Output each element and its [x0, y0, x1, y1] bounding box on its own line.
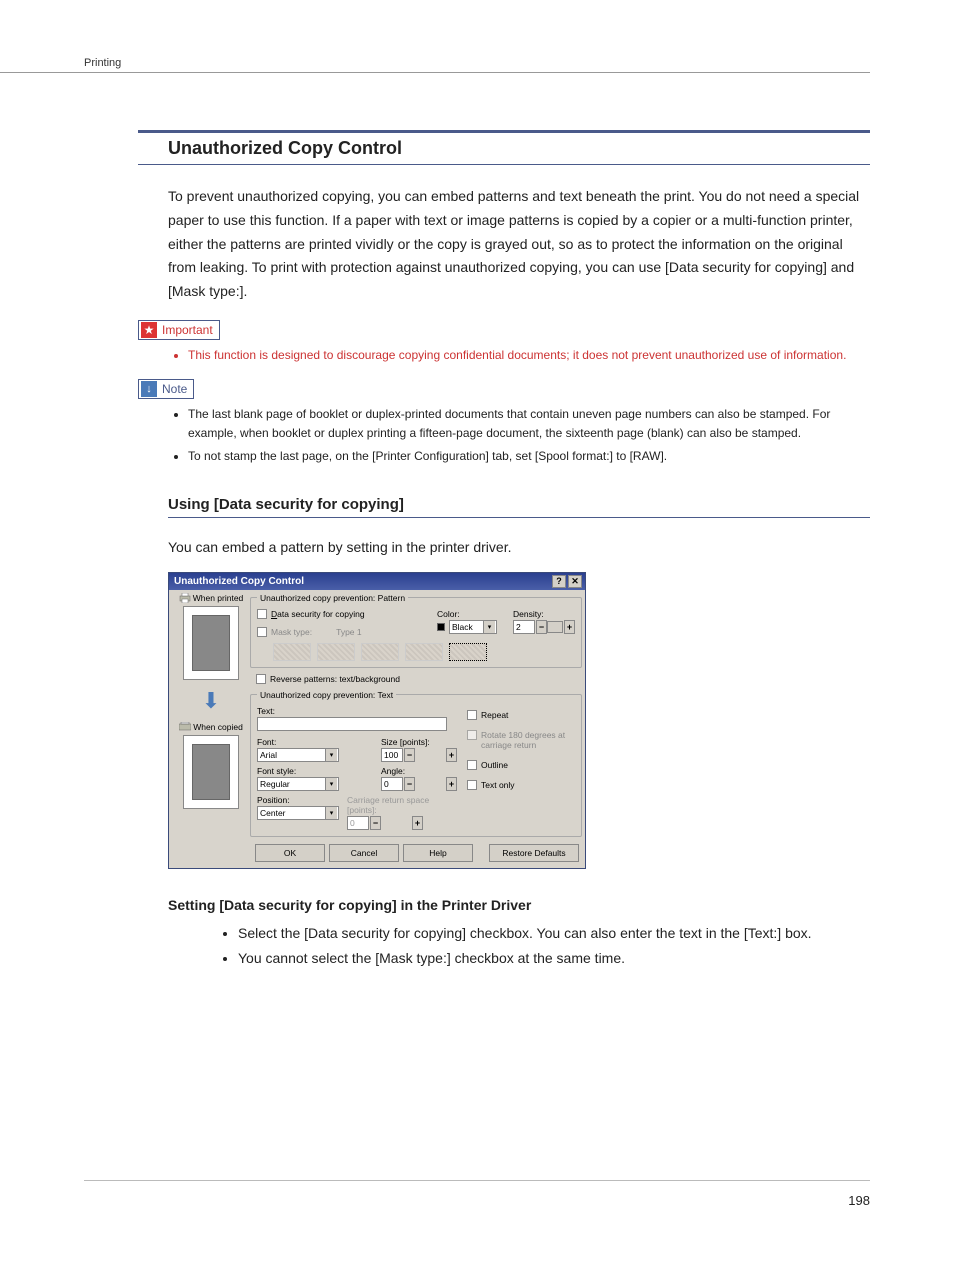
- note-item: To not stamp the last page, on the [Prin…: [188, 447, 870, 466]
- preview-printed: [183, 606, 239, 680]
- arrow-down-icon: ⬇: [202, 688, 220, 714]
- select-color[interactable]: Black: [449, 620, 497, 634]
- mask-type-value: Type 1: [336, 627, 362, 637]
- content-area: Unauthorized Copy Control To prevent una…: [138, 130, 870, 971]
- preview-copied: [183, 735, 239, 809]
- heading-block: Unauthorized Copy Control: [138, 130, 870, 165]
- printer-icon: [179, 593, 191, 603]
- dialog-main: Unauthorized copy prevention: Pattern DD…: [250, 593, 582, 837]
- label-mask-type: Mask type:: [271, 627, 312, 637]
- crspace-plus[interactable]: +: [412, 816, 423, 830]
- input-size[interactable]: 100: [381, 748, 403, 762]
- label-size: Size [points]:: [381, 737, 457, 747]
- heading-3-block: Using [Data security for copying]: [168, 496, 870, 518]
- copier-icon: [179, 722, 191, 732]
- label-textonly: Text only: [481, 780, 515, 790]
- step-item: You cannot select the [Mask type:] check…: [238, 946, 870, 971]
- important-item: This function is designed to discourage …: [188, 346, 870, 365]
- label-text: Text:: [257, 706, 457, 716]
- checkbox-textonly[interactable]: [467, 780, 477, 790]
- help-icon[interactable]: ?: [552, 575, 566, 588]
- label-angle: Angle:: [381, 766, 457, 776]
- color-swatch-icon: [437, 623, 445, 631]
- select-position[interactable]: Center: [257, 806, 339, 820]
- when-printed-label: When printed: [179, 593, 244, 603]
- pattern-thumb[interactable]: [317, 643, 355, 661]
- down-arrow-icon: ↓: [141, 381, 157, 397]
- step-item: Select the [Data security for copying] c…: [238, 921, 870, 946]
- note-label-text: Note: [162, 382, 187, 396]
- pattern-thumb-selected[interactable]: [449, 643, 487, 661]
- input-text[interactable]: [257, 717, 447, 731]
- angle-plus[interactable]: +: [446, 777, 457, 791]
- size-minus[interactable]: −: [404, 748, 415, 762]
- checkbox-repeat[interactable]: [467, 710, 477, 720]
- subheading: Setting [Data security for copying] in t…: [168, 897, 870, 913]
- star-icon: ★: [141, 322, 157, 338]
- heading-3: Using [Data security for copying]: [168, 496, 870, 513]
- density-plus[interactable]: +: [564, 620, 575, 634]
- checkbox-outline[interactable]: [467, 760, 477, 770]
- label-repeat: Repeat: [481, 710, 508, 720]
- select-fontstyle[interactable]: Regular: [257, 777, 339, 791]
- label-data-security: DData security for copyingata security f…: [271, 609, 365, 619]
- steps-list: Select the [Data security for copying] c…: [238, 921, 870, 971]
- help-button[interactable]: Help: [403, 844, 473, 862]
- crspace-minus[interactable]: −: [370, 816, 381, 830]
- header-rule: [0, 72, 870, 73]
- label-outline: Outline: [481, 760, 508, 770]
- when-copied-label: When copied: [179, 722, 243, 732]
- group-text-legend: Unauthorized copy prevention: Text: [257, 690, 396, 700]
- important-callout-label: ★ Important: [138, 320, 220, 340]
- label-font: Font:: [257, 737, 373, 747]
- density-minus[interactable]: −: [536, 620, 547, 634]
- pattern-thumb[interactable]: [405, 643, 443, 661]
- h3-intro: You can embed a pattern by setting in th…: [168, 536, 870, 560]
- pattern-thumb[interactable]: [273, 643, 311, 661]
- important-label-text: Important: [162, 323, 213, 337]
- checkbox-mask-type[interactable]: [257, 627, 267, 637]
- pattern-thumb[interactable]: [361, 643, 399, 661]
- dialog-unauthorized-copy-control: Unauthorized Copy Control ? ✕ When print…: [168, 572, 586, 869]
- heading-2: Unauthorized Copy Control: [168, 138, 840, 159]
- group-pattern: Unauthorized copy prevention: Pattern DD…: [250, 593, 582, 668]
- dialog-titlebar: Unauthorized Copy Control ? ✕: [169, 573, 585, 590]
- label-position: Position:: [257, 795, 339, 805]
- page-number: 198: [848, 1193, 870, 1208]
- label-reverse: Reverse patterns: text/background: [270, 674, 400, 684]
- select-font[interactable]: Arial: [257, 748, 339, 762]
- checkbox-rotate[interactable]: [467, 730, 477, 740]
- input-crspace[interactable]: 0: [347, 816, 369, 830]
- header-section: Printing: [84, 57, 121, 69]
- angle-minus[interactable]: −: [404, 777, 415, 791]
- size-plus[interactable]: +: [446, 748, 457, 762]
- close-icon[interactable]: ✕: [568, 575, 582, 588]
- label-crspace: Carriage return space [points]:: [347, 795, 457, 815]
- restore-defaults-button[interactable]: Restore Defaults: [489, 844, 579, 862]
- label-rotate: Rotate 180 degrees at carriage return: [481, 730, 571, 750]
- label-density: Density:: [513, 609, 575, 619]
- group-pattern-legend: Unauthorized copy prevention: Pattern: [257, 593, 408, 603]
- input-density[interactable]: 2: [513, 620, 535, 634]
- ok-button[interactable]: OK: [255, 844, 325, 862]
- footer-rule: [84, 1180, 870, 1181]
- label-fontstyle: Font style:: [257, 766, 373, 776]
- note-callout-label: ↓ Note: [138, 379, 194, 399]
- intro-paragraph: To prevent unauthorized copying, you can…: [168, 185, 870, 304]
- cancel-button[interactable]: Cancel: [329, 844, 399, 862]
- note-item: The last blank page of booklet or duplex…: [188, 405, 870, 443]
- checkbox-data-security[interactable]: [257, 609, 267, 619]
- dialog-button-row: OK Cancel Help Restore Defaults: [169, 840, 585, 868]
- dialog-sidebar: When printed ⬇ When copied: [172, 593, 250, 837]
- dialog-title: Unauthorized Copy Control: [174, 576, 304, 587]
- important-list: This function is designed to discourage …: [188, 346, 870, 365]
- density-preview: [547, 621, 563, 633]
- label-color: Color:: [437, 609, 497, 619]
- group-text: Unauthorized copy prevention: Text Text:…: [250, 690, 582, 837]
- note-list: The last blank page of booklet or duplex…: [188, 405, 870, 466]
- checkbox-reverse[interactable]: [256, 674, 266, 684]
- pattern-thumbnails: [257, 643, 575, 661]
- input-angle[interactable]: 0: [381, 777, 403, 791]
